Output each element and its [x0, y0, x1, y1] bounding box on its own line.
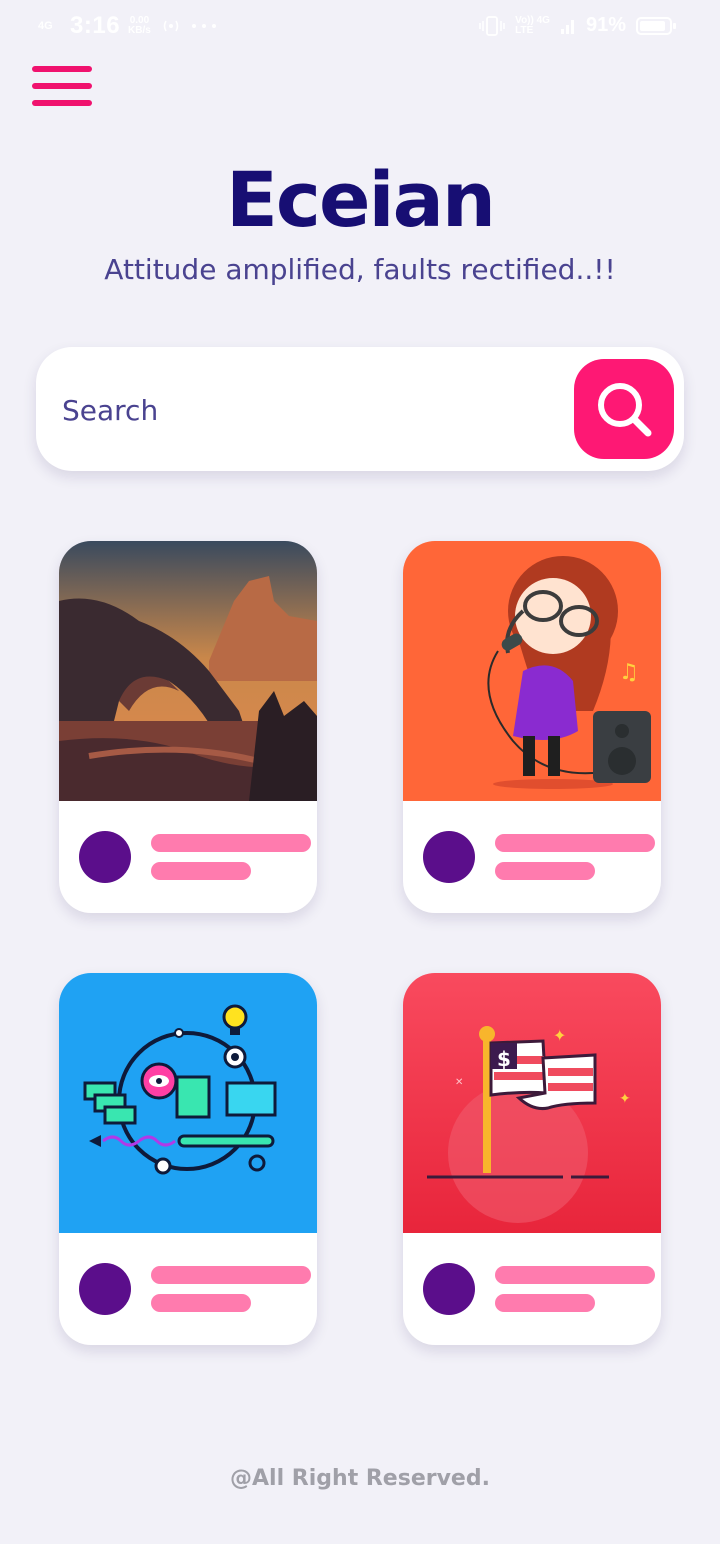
card-image-flag: $ ✦ ✦ ✕ [403, 973, 661, 1233]
battery-percentage: 91% [585, 14, 626, 36]
card-item[interactable] [59, 541, 317, 913]
svg-text:$: $ [497, 1047, 511, 1071]
search-button[interactable] [574, 359, 674, 459]
footer-copyright: @All Right Reserved. [230, 1466, 490, 1491]
flag-dollar-illustration: $ ✦ ✦ ✕ [403, 973, 661, 1233]
svg-text:✕: ✕ [455, 1077, 463, 1088]
status-bar: 4G 3:16 0.00 KB/s Vo)) 4G LTE 91% [0, 0, 720, 56]
avatar [79, 1263, 131, 1315]
girl-singing-illustration: ♫ [403, 541, 661, 801]
status-left: 4G 3:16 0.00 KB/s [38, 12, 217, 40]
card-image-singer: ♫ [403, 541, 661, 801]
card-image-desert-canyon [59, 541, 317, 801]
search-bar [36, 347, 684, 471]
card-title-placeholder [151, 1266, 311, 1284]
search-input[interactable] [62, 387, 562, 433]
battery-level-fill [640, 20, 666, 31]
desert-canyon-illustration [59, 541, 317, 801]
card-subtitle-placeholder [151, 1294, 251, 1312]
battery-icon [636, 16, 676, 35]
menu-icon[interactable] [32, 66, 92, 108]
avatar [79, 831, 131, 883]
carrier-lte: LTE [515, 24, 534, 36]
svg-text:✦: ✦ [553, 1026, 566, 1045]
status-time: 3:16 [70, 12, 121, 39]
network-indicator: 4G [38, 19, 53, 32]
card-image-creative-ideas [59, 973, 317, 1233]
carrier-indicator: Vo)) 4G LTE [515, 14, 550, 36]
status-right: Vo)) 4G LTE 91% [479, 14, 676, 37]
card-subtitle-placeholder [495, 1294, 595, 1312]
card-title-placeholder [495, 834, 655, 852]
menu-bar-top [32, 66, 92, 72]
svg-text:✦: ✦ [619, 1091, 631, 1107]
network-speed: 0.00 KB/s [128, 16, 151, 36]
svg-text:♫: ♫ [619, 660, 639, 685]
search-icon [598, 383, 652, 437]
app-title: Eceian [226, 155, 496, 244]
card-title-placeholder [151, 834, 311, 852]
card-item[interactable] [59, 973, 317, 1345]
avatar [423, 831, 475, 883]
avatar [423, 1263, 475, 1315]
menu-bar-middle [32, 83, 92, 89]
app-tagline: Attitude amplified, faults rectified..!! [104, 253, 616, 286]
menu-bar-bottom [32, 100, 92, 106]
hotspot-icon [163, 20, 179, 32]
card-subtitle-placeholder [495, 862, 595, 880]
network-speed-unit: KB/s [128, 25, 151, 36]
carrier-volte: Vo)) 4G [515, 14, 550, 26]
more-dots-icon [191, 24, 216, 28]
card-subtitle-placeholder [151, 862, 251, 880]
creative-ideas-illustration [59, 973, 317, 1233]
signal-icon [560, 19, 574, 34]
card-item[interactable]: ♫ [403, 541, 661, 913]
card-title-placeholder [495, 1266, 655, 1284]
card-item[interactable]: $ ✦ ✦ ✕ [403, 973, 661, 1345]
vibrate-icon [479, 15, 505, 36]
